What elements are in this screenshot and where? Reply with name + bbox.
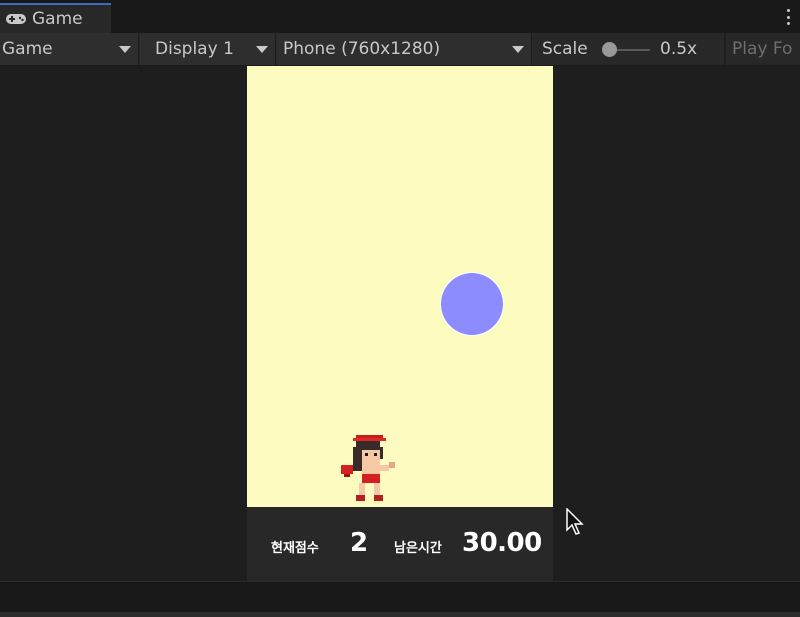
hud-bar: 현재점수 2 남은시간 30.00 [247,507,553,581]
tab-label: Game [32,9,83,29]
game-screen[interactable]: 현재점수 2 남은시간 30.00 [247,66,553,581]
time-left-value: 30.00 [462,528,542,558]
scale-value: 0.5x [660,39,698,59]
unity-game-window: Game Game Display 1 Phone (760x1280) Sca… [0,0,800,617]
chevron-down-icon [256,46,268,53]
tab-strip: Game [0,0,800,34]
gamepad-icon [6,14,26,24]
player-character-sprite [341,435,395,501]
bottom-divider [0,612,800,617]
view-mode-label: Game [2,39,53,59]
time-left-label: 남은시간 [394,541,442,556]
chevron-down-icon [119,46,131,53]
display-label: Display 1 [155,39,234,59]
kebab-menu-icon[interactable] [786,9,790,25]
score-value: 2 [350,528,369,558]
play-focus-dropdown[interactable]: Play Fo [732,39,792,59]
toolbar-divider [724,33,726,65]
view-mode-dropdown[interactable]: Game [0,33,139,65]
chevron-down-icon [512,46,524,53]
resolution-label: Phone (760x1280) [283,39,441,59]
tab-game[interactable]: Game [0,3,111,33]
game-viewport: 현재점수 2 남은시간 30.00 [0,66,800,581]
mouse-pointer-icon [566,508,584,535]
display-dropdown[interactable]: Display 1 [140,33,276,65]
score-label: 현재점수 [271,541,319,556]
scale-label: Scale [542,39,588,59]
resolution-dropdown[interactable]: Phone (760x1280) [277,33,532,65]
falling-ball [441,273,503,335]
scale-slider-handle[interactable] [602,42,617,57]
game-toolbar: Game Display 1 Phone (760x1280) Scale 0.… [0,33,800,66]
